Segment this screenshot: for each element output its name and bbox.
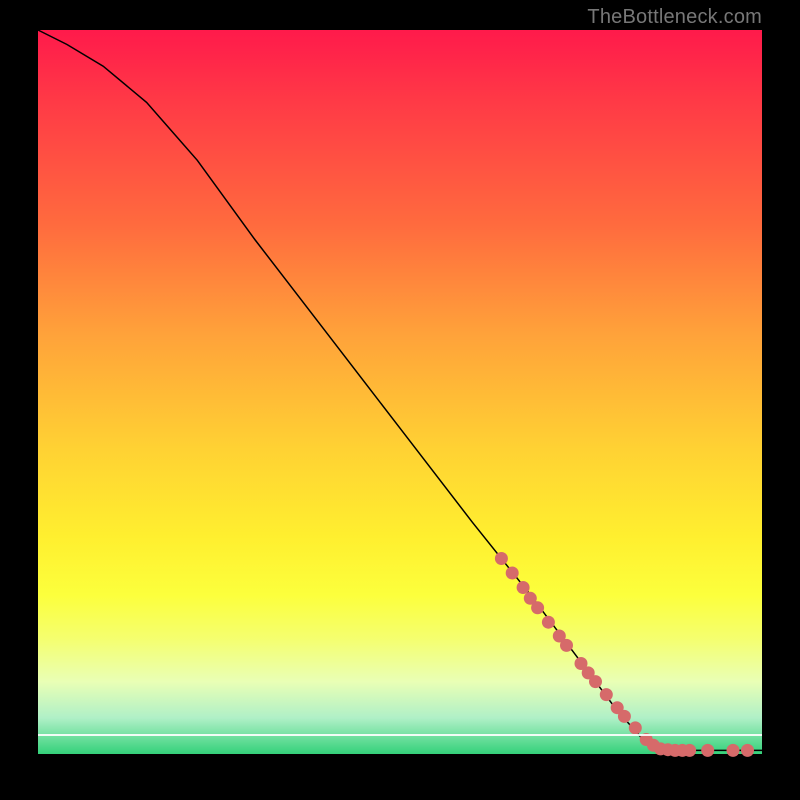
data-point (629, 721, 642, 734)
plot-area (38, 30, 762, 754)
chart-svg (38, 30, 762, 754)
data-point (495, 552, 508, 565)
data-point (531, 601, 544, 614)
data-point (600, 688, 613, 701)
data-point (542, 616, 555, 629)
data-point (618, 710, 631, 723)
data-point (741, 744, 754, 757)
data-markers (495, 552, 754, 757)
data-point (683, 744, 696, 757)
watermark-text: TheBottleneck.com (587, 6, 762, 29)
data-point (506, 567, 519, 580)
data-point (560, 639, 573, 652)
data-point (701, 744, 714, 757)
bottleneck-curve (38, 30, 762, 750)
data-point (589, 675, 602, 688)
data-point (517, 581, 530, 594)
chart-frame: TheBottleneck.com (0, 0, 800, 800)
data-point (727, 744, 740, 757)
